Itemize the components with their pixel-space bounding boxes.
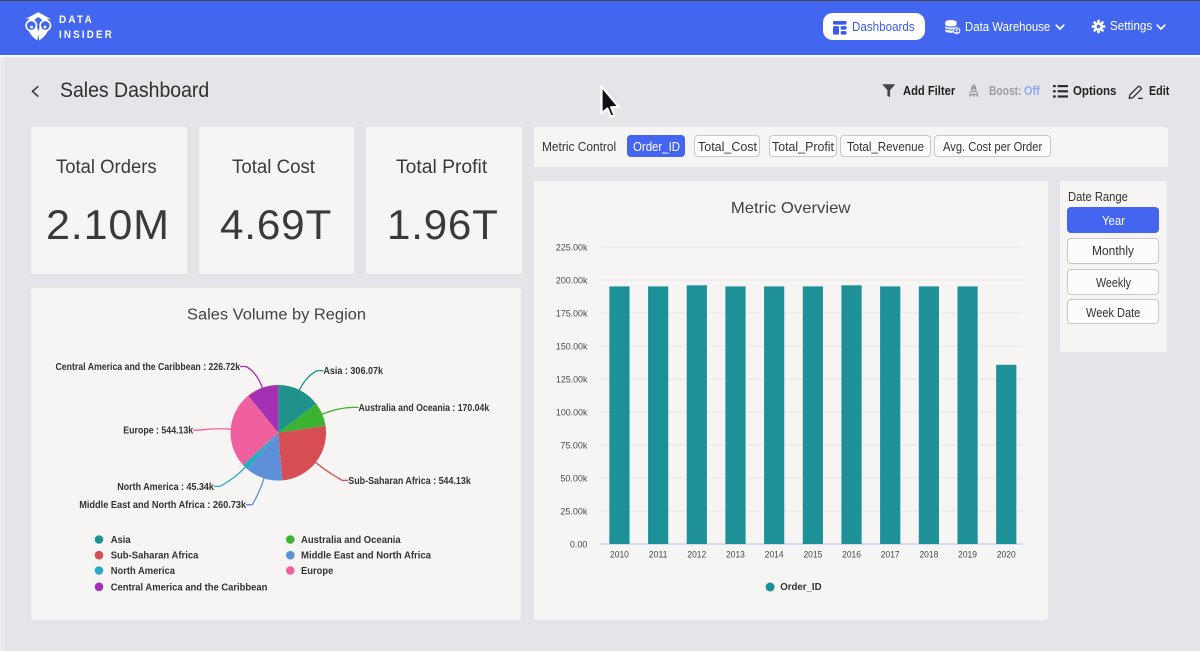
svg-text:2010: 2010	[610, 550, 629, 561]
svg-text:Middle East and North Africa: Middle East and North Africa	[301, 550, 431, 561]
svg-text:2018: 2018	[919, 550, 938, 561]
svg-text:Order_ID: Order_ID	[780, 582, 821, 593]
svg-text:Middle East and North Africa :: Middle East and North Africa : 260.73k	[79, 500, 246, 511]
svg-text:2011: 2011	[649, 550, 668, 561]
svg-text:175.00k: 175.00k	[556, 308, 588, 319]
svg-text:Asia: Asia	[111, 535, 131, 546]
svg-text:Metric Overview: Metric Overview	[731, 200, 851, 217]
svg-text:200.00k: 200.00k	[556, 275, 588, 286]
svg-text:25.00k: 25.00k	[560, 506, 587, 517]
svg-text:2013: 2013	[726, 550, 745, 561]
svg-text:Sales Volume by Region: Sales Volume by Region	[187, 306, 366, 323]
svg-text:2016: 2016	[842, 550, 861, 561]
svg-text:Australia and Oceania: Australia and Oceania	[301, 535, 401, 546]
svg-text:North America: North America	[111, 566, 176, 577]
svg-text:50.00k: 50.00k	[560, 473, 587, 484]
svg-text:125.00k: 125.00k	[556, 374, 588, 385]
svg-text:Asia : 306.07k: Asia : 306.07k	[323, 366, 383, 377]
svg-text:150.00k: 150.00k	[556, 341, 588, 352]
svg-text:2014: 2014	[765, 550, 784, 561]
svg-text:Central America and the Caribb: Central America and the Caribbean : 226.…	[56, 362, 241, 373]
svg-text:Europe : 544.13k: Europe : 544.13k	[123, 425, 193, 436]
svg-text:2012: 2012	[687, 550, 706, 561]
svg-text:Central America and the Caribb: Central America and the Caribbean	[111, 582, 268, 593]
svg-text:Australia and Oceania : 170.04: Australia and Oceania : 170.04k	[359, 402, 490, 413]
svg-text:75.00k: 75.00k	[560, 440, 587, 451]
svg-text:100.00k: 100.00k	[556, 407, 588, 418]
svg-text:0.00: 0.00	[570, 539, 588, 550]
svg-text:2015: 2015	[803, 550, 822, 561]
svg-text:Sub-Saharan Africa: Sub-Saharan Africa	[111, 550, 199, 561]
svg-text:Sub-Saharan Africa : 544.13k: Sub-Saharan Africa : 544.13k	[348, 475, 471, 486]
svg-text:North America : 45.34k: North America : 45.34k	[117, 481, 214, 492]
svg-text:2020: 2020	[997, 550, 1016, 561]
svg-text:2017: 2017	[881, 550, 900, 561]
svg-text:2019: 2019	[958, 550, 977, 561]
svg-text:Europe: Europe	[301, 566, 334, 577]
svg-text:225.00k: 225.00k	[556, 242, 588, 253]
